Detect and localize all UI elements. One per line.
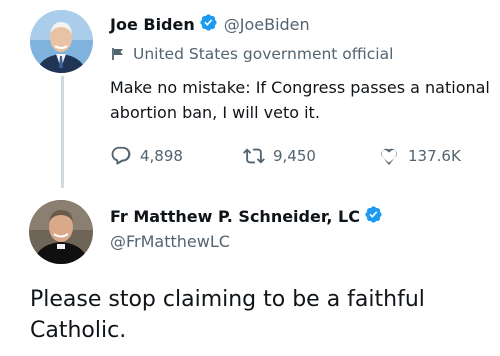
- author-handle[interactable]: @JoeBiden: [224, 15, 310, 34]
- like-button[interactable]: 137.6K: [378, 145, 461, 167]
- like-count: 137.6K: [408, 147, 461, 165]
- tweet2-header: Fr Matthew P. Schneider, LC: [110, 205, 389, 228]
- tweet1-actions: 4,898 9,450 137.6K: [110, 145, 485, 171]
- tweet1-header: Joe Biden @JoeBiden: [110, 13, 310, 36]
- tweet1-text: Make no mistake: If Congress passes a na…: [110, 78, 490, 122]
- retweet-icon: [243, 148, 265, 164]
- affiliation-label: United States government official: [111, 45, 393, 63]
- reply-button[interactable]: 4,898: [110, 145, 183, 167]
- reply-count: 4,898: [140, 147, 183, 165]
- avatar-fr-matthew[interactable]: [29, 200, 93, 264]
- verified-badge-icon: [364, 205, 383, 228]
- like-icon: [381, 148, 397, 166]
- avatar-joe-biden[interactable]: [30, 10, 93, 73]
- government-official-label: United States government official: [133, 45, 394, 63]
- verified-badge-icon: [199, 13, 218, 36]
- author-handle[interactable]: @FrMatthewLC: [110, 232, 230, 251]
- reply-icon: [111, 146, 131, 165]
- tweet2-text: Please stop claiming to be a faithful Ca…: [30, 287, 425, 343]
- flag-icon: [112, 48, 123, 60]
- thread-connector: [61, 76, 64, 188]
- retweet-count: 9,450: [273, 147, 316, 165]
- author-name[interactable]: Fr Matthew P. Schneider, LC: [110, 207, 360, 226]
- author-name[interactable]: Joe Biden: [110, 15, 195, 34]
- retweet-button[interactable]: 9,450: [243, 145, 316, 167]
